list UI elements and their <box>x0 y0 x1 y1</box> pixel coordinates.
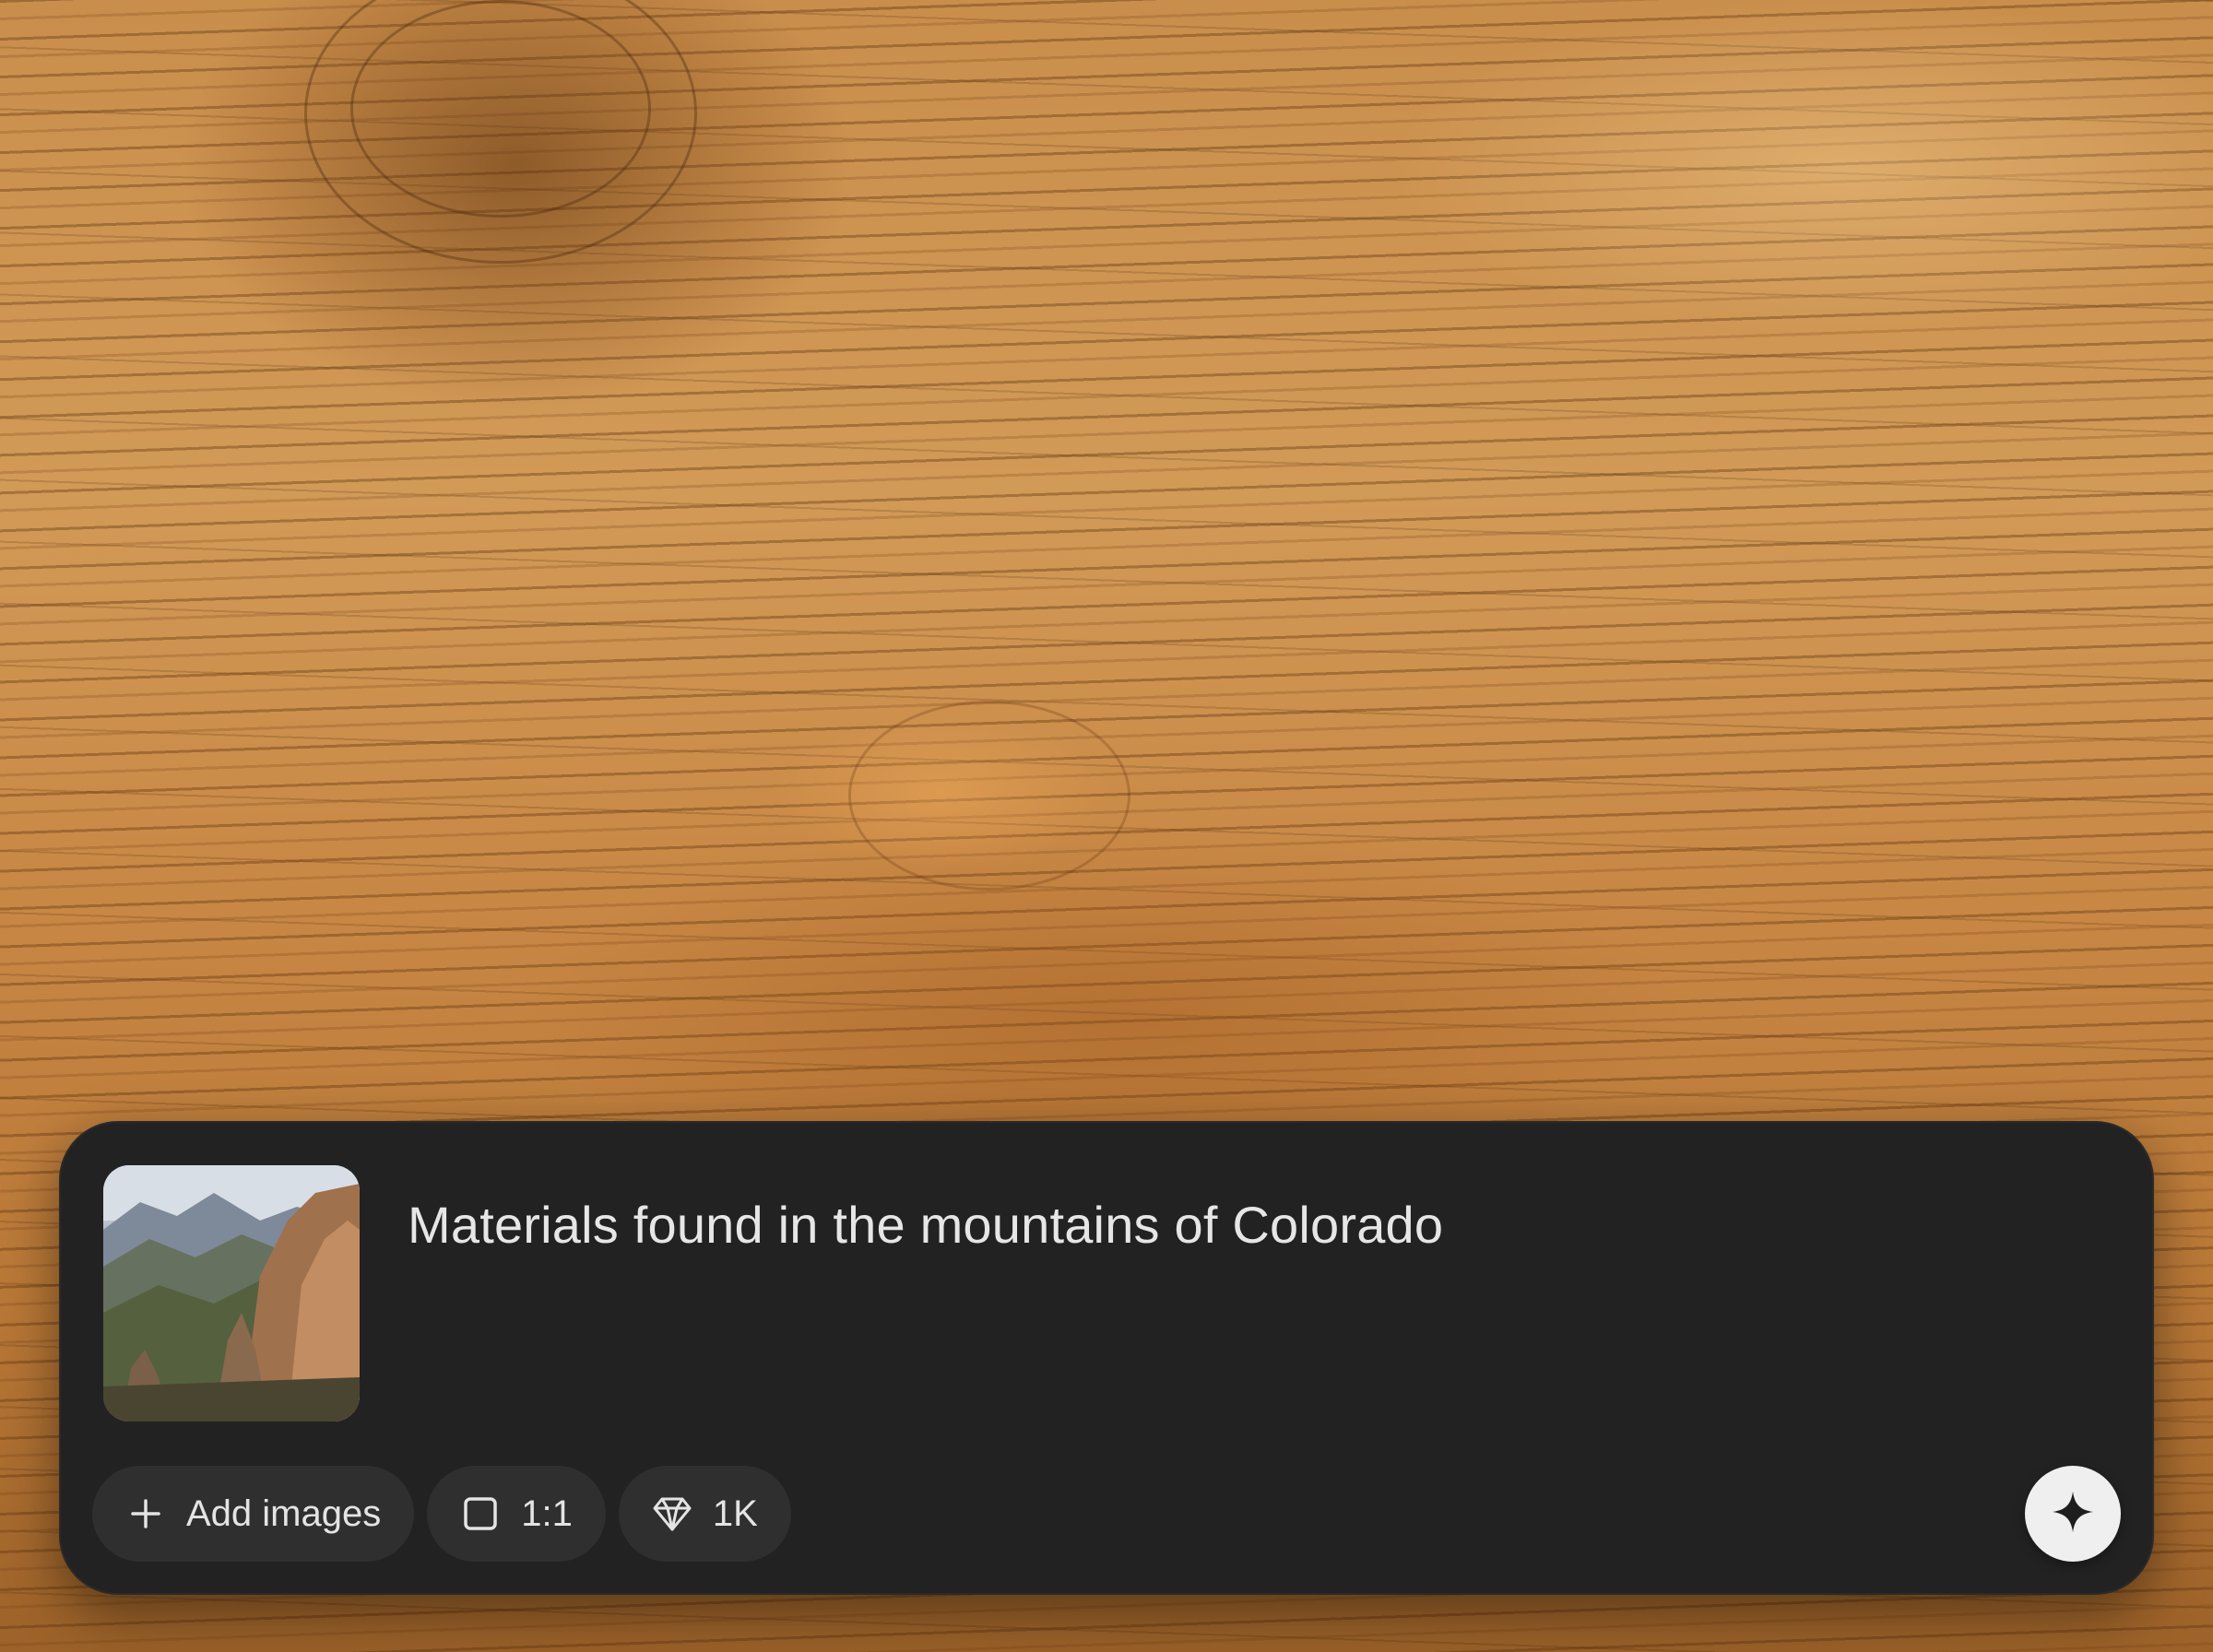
wood-knot-decoration <box>304 0 697 264</box>
aspect-ratio-button[interactable]: 1:1 <box>427 1466 606 1562</box>
diamond-icon <box>652 1493 692 1534</box>
reference-image-thumbnail[interactable] <box>103 1165 360 1422</box>
plus-icon <box>125 1493 166 1534</box>
add-images-button[interactable]: Add images <box>92 1466 415 1562</box>
wood-knot-decoration <box>350 0 651 218</box>
resolution-label: 1K <box>712 1493 758 1534</box>
mountain-landscape-image <box>103 1165 360 1422</box>
wood-knot-decoration <box>848 701 1130 891</box>
aspect-ratio-label: 1:1 <box>521 1493 573 1534</box>
prompt-panel: Materials found in the mountains of Colo… <box>59 1121 2154 1595</box>
generate-button[interactable] <box>2025 1466 2121 1562</box>
sparkle-icon <box>2051 1490 2095 1539</box>
resolution-button[interactable]: 1K <box>618 1466 791 1562</box>
prompt-toolbar: Add images 1:1 1K <box>92 1466 791 1562</box>
add-images-label: Add images <box>186 1493 382 1534</box>
square-icon <box>460 1493 501 1534</box>
prompt-text[interactable]: Materials found in the mountains of Colo… <box>408 1193 2067 1257</box>
